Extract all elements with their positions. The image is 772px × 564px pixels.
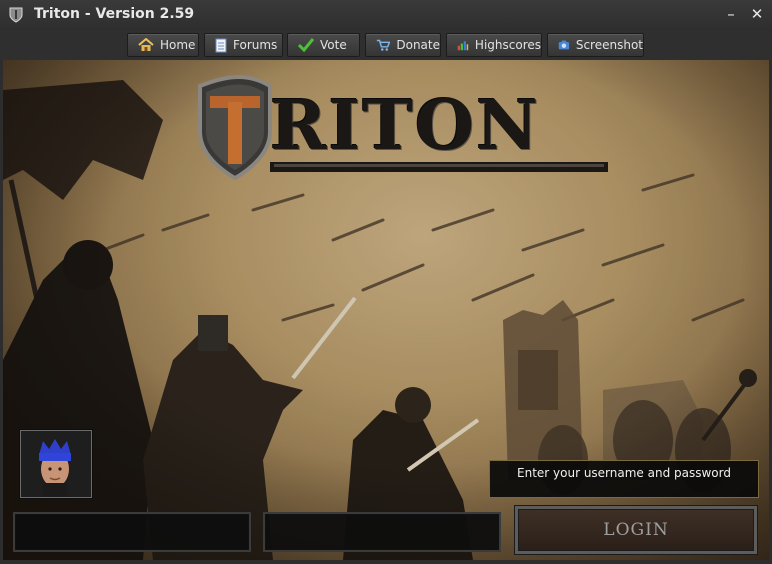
- window-title: Triton - Version 2.59: [34, 6, 195, 22]
- donate-label: Donate: [396, 38, 440, 52]
- home-icon: [138, 38, 154, 51]
- checkmark-icon: [298, 38, 314, 52]
- vote-label: Vote: [320, 38, 347, 52]
- home-button[interactable]: Home: [127, 33, 199, 57]
- forums-button[interactable]: Forums: [204, 33, 283, 57]
- logo-wordmark: RITON: [270, 86, 541, 166]
- shield-icon: [9, 7, 23, 23]
- screenshot-label: Screenshot: [575, 38, 643, 52]
- forums-label: Forums: [233, 38, 278, 52]
- document-icon: [215, 38, 227, 52]
- avatar: [20, 430, 92, 498]
- minimize-button[interactable]: –: [722, 5, 740, 23]
- login-message: Enter your username and password: [489, 460, 759, 498]
- highscores-label: Highscores: [474, 38, 541, 52]
- username-field[interactable]: [15, 514, 249, 550]
- launcher-window: Triton - Version 2.59 – ✕ Home Forums Vo…: [0, 0, 772, 564]
- home-label: Home: [160, 38, 196, 52]
- vote-button[interactable]: Vote: [287, 33, 360, 57]
- username-field-container: [13, 512, 251, 552]
- title-bar[interactable]: Triton - Version 2.59 – ✕: [0, 0, 772, 30]
- background-artwork: RITON Enter your username and password L…: [3, 60, 769, 560]
- close-button[interactable]: ✕: [748, 5, 766, 23]
- camera-icon: [558, 40, 570, 50]
- password-field-container: [263, 512, 501, 552]
- bar-chart-icon: [457, 41, 469, 51]
- cart-icon: [376, 39, 391, 51]
- password-field[interactable]: [265, 514, 499, 550]
- nav-bar: Home Forums Vote Donate Highscores Scree…: [0, 30, 772, 60]
- donate-button[interactable]: Donate: [365, 33, 441, 57]
- screenshot-button[interactable]: Screenshot: [547, 33, 644, 57]
- login-button[interactable]: LOGIN: [515, 506, 757, 554]
- player-avatar-icon: [21, 431, 91, 497]
- highscores-button[interactable]: Highscores: [446, 33, 542, 57]
